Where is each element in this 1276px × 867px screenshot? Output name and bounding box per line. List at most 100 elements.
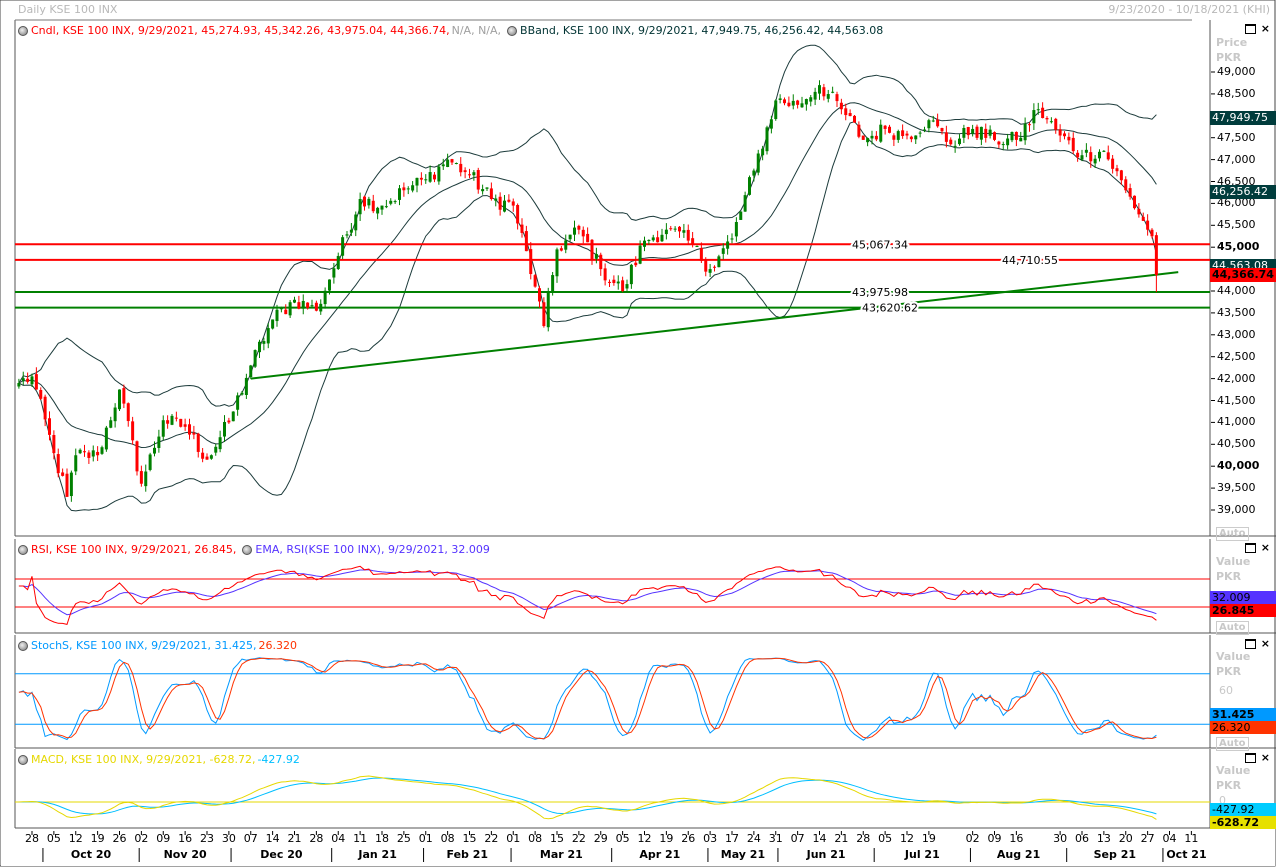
candle-body [800,103,804,108]
candle-body [752,170,756,176]
close-icon[interactable]: × [1261,751,1270,764]
close-icon[interactable]: × [1261,22,1270,35]
candle-body [166,420,170,424]
maximize-icon[interactable] [1244,753,1256,763]
date-tick-label: 29 [593,832,608,845]
candle-body [253,350,257,367]
candle-body [713,266,716,268]
date-tick-label: 19 [90,832,105,845]
price-tick-label: 45,500 [1217,218,1256,232]
candle-body [984,128,988,138]
candle-body [870,135,874,139]
stoch-legend-text: StochS, KSE 100 INX, 9/29/2021, 31.425, [31,639,257,652]
candle-body [874,135,878,140]
clock-icon[interactable] [18,640,28,651]
price-tick-label: 47,500 [1217,130,1256,144]
candle-body [669,228,673,230]
candle-body [936,119,940,127]
maximize-icon[interactable] [1244,639,1256,649]
candle-body [236,395,240,410]
candle-body [1058,129,1062,136]
macd-signal-line [18,777,1157,815]
candle-body [411,185,415,191]
candle-body [656,237,660,243]
price-tick-label: 49,000 [1217,65,1256,78]
candle-body [787,102,791,107]
candle-body [888,126,891,133]
date-tick-label: 21 [834,832,849,845]
candle-body [271,319,275,329]
date-tick-label: 11 [353,832,368,845]
candle-body [634,262,638,266]
rsi-legend-text: RSI, KSE 100 INX, 9/29/2021, 26.845, [31,543,237,556]
candle-body [643,240,646,247]
candle-body [866,138,870,143]
candle-body [734,221,738,237]
bband-middle [18,102,1157,449]
candle-body [520,224,524,233]
stoch-auto-scale-button[interactable]: Auto [1216,737,1249,751]
candle-body [783,99,786,104]
candle-body [174,417,178,419]
candle-body [1111,158,1115,169]
month-label: Jul 21 [904,848,940,861]
bband-lower [18,121,1157,512]
candle-body [288,302,292,316]
candle-body [201,452,205,459]
stoch-panel-controls: × [1244,637,1270,650]
clock-icon[interactable] [507,25,518,36]
candle-body [1124,179,1128,191]
candle-body [21,378,25,381]
horizontal-line-label: 43,975.98 [852,286,908,299]
date-tick-label: 12 [900,832,914,845]
close-icon[interactable]: × [1261,541,1270,554]
candle-body [1137,208,1141,215]
candle-body [468,174,471,176]
candle-body [161,420,165,437]
main-panel-controls: × [1244,22,1270,35]
date-tick-label: 08 [440,832,455,845]
rsi-value-badge: 32.009 [1210,591,1276,604]
candle-body [997,141,1001,145]
clock-icon[interactable] [18,25,28,36]
candle-body [1150,229,1154,237]
macd-value-badge: -427.92 [1210,803,1276,816]
candle-body [678,226,681,232]
candle-body [1071,137,1075,152]
macd-line [18,775,1157,820]
candle-body [993,132,996,140]
candle-body [441,164,445,167]
candle-body [940,128,944,132]
date-tick-label: 16 [1009,832,1024,845]
candle-body [489,188,493,200]
horizontal-line-label: 43,620.62 [862,302,918,315]
chart-canvas[interactable]: 45,067.34 44,710.55 43,975.98 43,620.62 [0,0,1276,867]
candle-body [183,424,187,427]
date-tick-label: 13 [1096,832,1111,845]
main-auto-scale-button[interactable]: Auto [1216,527,1249,541]
rsi-panel-controls: × [1244,541,1270,554]
candle-body [949,139,953,145]
clock-icon[interactable] [18,754,28,765]
clock-icon[interactable] [242,544,253,555]
candle-body [739,211,743,220]
maximize-icon[interactable] [1244,543,1256,553]
candle-body [826,94,830,99]
price-tick-label: 39,000 [1217,503,1256,516]
month-label: Oct 21 [1166,848,1207,861]
maximize-icon[interactable] [1244,24,1256,34]
clock-icon[interactable] [18,544,28,555]
candle-body [748,177,751,195]
candle-body [682,230,686,233]
date-tick-label: 05 [46,832,61,845]
close-icon[interactable]: × [1261,637,1270,650]
candle-body [695,246,699,248]
month-label: Oct 20 [70,848,112,861]
candle-body [240,392,244,395]
candle-body [796,100,800,105]
candle-body [262,341,266,344]
rsi-auto-scale-button[interactable]: Auto [1216,621,1249,635]
candle-body [367,198,371,206]
date-tick-label: 25 [396,832,411,845]
candle-body [328,279,331,291]
